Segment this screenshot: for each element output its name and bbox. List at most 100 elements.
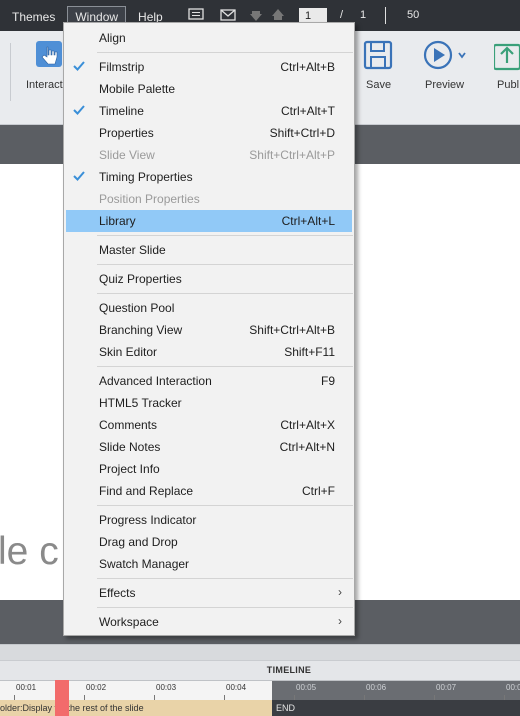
tick-label: 00:05: [296, 683, 317, 692]
menu-item-library[interactable]: Library Ctrl+Alt+L: [66, 210, 352, 232]
timeline-ruler[interactable]: 00:01 00:02 00:03 00:04 00:05 00:06 00:0…: [0, 680, 520, 701]
menu-item-label: Swatch Manager: [99, 557, 190, 571]
tick-label: 00:04: [226, 683, 247, 692]
menu-item-quiz-properties[interactable]: Quiz Properties: [66, 268, 352, 290]
menu-item-branching-view[interactable]: Branching View Shift+Ctrl+Alt+B: [66, 319, 352, 341]
menu-item-advanced-interaction[interactable]: Advanced Interaction F9: [66, 370, 352, 392]
menu-separator: [97, 235, 353, 236]
menu-separator: [97, 293, 353, 294]
tick-label: 00:07: [436, 683, 457, 692]
menu-item-workspace[interactable]: Workspace ›: [66, 611, 352, 633]
save-label[interactable]: Save: [366, 79, 391, 91]
menu-item-label: Find and Replace: [99, 484, 194, 498]
menu-item-shortcut: Ctrl+Alt+T: [280, 104, 335, 118]
tick-label: 00:01: [16, 683, 37, 692]
menu-item-drag-and-drop[interactable]: Drag and Drop: [66, 531, 352, 553]
menu-item-label: Library: [99, 214, 136, 228]
menu-separator: [97, 607, 353, 608]
menu-item-label: Project Info: [99, 462, 160, 476]
menu-item-label: Mobile Palette: [99, 82, 176, 96]
menu-item-shortcut: Ctrl+Alt+N: [279, 440, 335, 454]
page-total: 1: [360, 9, 367, 21]
check-icon: [73, 105, 85, 115]
horizontal-scrollbar[interactable]: [0, 644, 520, 660]
tick-label: 00:02: [86, 683, 107, 692]
publish-icon[interactable]: [494, 39, 520, 71]
menu-item-shortcut: Shift+F11: [284, 345, 335, 359]
menubar-divider: [385, 7, 386, 24]
menu-item-label: Filmstrip: [99, 60, 145, 74]
menu-item-master-slide[interactable]: Master Slide: [66, 239, 352, 261]
menu-item-label: Branching View: [99, 323, 183, 337]
comment-icon[interactable]: [188, 8, 204, 22]
menu-item-shortcut: Ctrl+Alt+B: [280, 60, 335, 74]
menu-item-label: Skin Editor: [99, 345, 158, 359]
menu-item-slide-view: Slide View Shift+Ctrl+Alt+P: [66, 144, 352, 166]
menu-item-align[interactable]: Align: [66, 27, 352, 49]
menu-item-effects[interactable]: Effects ›: [66, 582, 352, 604]
arrow-down-icon[interactable]: [248, 8, 264, 22]
menu-item-label: Progress Indicator: [99, 513, 197, 527]
menu-item-progress-indicator[interactable]: Progress Indicator: [66, 509, 352, 531]
menu-item-shortcut: Ctrl+Alt+X: [280, 418, 335, 432]
end-label: END: [276, 703, 296, 713]
playhead[interactable]: [55, 680, 69, 716]
toolbar-divider: [10, 43, 11, 101]
menu-item-label: Slide View: [99, 148, 155, 162]
menu-item-shortcut: Shift+Ctrl+Alt+P: [249, 148, 335, 162]
menu-item-label: Effects: [99, 586, 136, 600]
menu-separator: [97, 264, 353, 265]
menu-item-label: HTML5 Tracker: [99, 396, 182, 410]
menu-separator: [97, 578, 353, 579]
menu-item-label: Align: [99, 31, 126, 45]
timeline-end-region: END: [272, 700, 520, 716]
preview-label[interactable]: Preview: [425, 79, 464, 91]
interactions-icon[interactable]: [34, 39, 64, 71]
menu-item-skin-editor[interactable]: Skin Editor Shift+F11: [66, 341, 352, 363]
menu-item-label: Drag and Drop: [99, 535, 178, 549]
menu-separator: [97, 52, 353, 53]
timeline-panel-header: TIMELINE: [0, 660, 520, 680]
menu-item-label: Comments: [99, 418, 158, 432]
menu-item-label: Slide Notes: [99, 440, 161, 454]
email-icon[interactable]: [220, 8, 236, 22]
check-icon: [73, 61, 85, 71]
menu-item-label: Master Slide: [99, 243, 166, 257]
menu-item-position-properties: Position Properties: [66, 188, 352, 210]
menu-item-label: Advanced Interaction: [99, 374, 212, 388]
slide-text[interactable]: le c: [0, 530, 59, 574]
track-item-text[interactable]: older:Display for the rest of the slide: [0, 703, 144, 713]
menu-item-shortcut: Ctrl+F: [302, 484, 335, 498]
menu-item-question-pool[interactable]: Question Pool: [66, 297, 352, 319]
menu-item-swatch-manager[interactable]: Swatch Manager: [66, 553, 352, 575]
timeline-track[interactable]: older:Display for the rest of the slide …: [0, 700, 520, 716]
menu-themes[interactable]: Themes: [4, 6, 63, 26]
menu-item-timeline[interactable]: Timeline Ctrl+Alt+T: [66, 100, 352, 122]
menu-item-find-and-replace[interactable]: Find and Replace Ctrl+F: [66, 480, 352, 502]
tick-label: 00:03: [156, 683, 177, 692]
menu-item-slide-notes[interactable]: Slide Notes Ctrl+Alt+N: [66, 436, 352, 458]
arrow-up-icon[interactable]: [270, 8, 286, 22]
menu-item-shortcut: Shift+Ctrl+Alt+B: [249, 323, 335, 337]
preview-icon[interactable]: [422, 39, 470, 71]
menu-item-shortcut: Shift+Ctrl+D: [269, 126, 335, 140]
check-icon: [73, 171, 85, 181]
save-icon[interactable]: [362, 39, 394, 71]
interactions-label[interactable]: Interact: [26, 79, 63, 91]
zoom-value[interactable]: 50: [407, 9, 419, 21]
publish-label[interactable]: Publ: [497, 79, 519, 91]
menu-item-label: Properties: [99, 126, 154, 140]
timeline-title: TIMELINE: [266, 665, 312, 675]
menu-item-properties[interactable]: Properties Shift+Ctrl+D: [66, 122, 352, 144]
menu-item-mobile-palette[interactable]: Mobile Palette: [66, 78, 352, 100]
menu-item-comments[interactable]: Comments Ctrl+Alt+X: [66, 414, 352, 436]
menu-item-filmstrip[interactable]: Filmstrip Ctrl+Alt+B: [66, 56, 352, 78]
menu-separator: [97, 366, 353, 367]
tick-label: 00:06: [366, 683, 387, 692]
menu-item-shortcut: F9: [320, 374, 335, 388]
menu-item-label: Question Pool: [99, 301, 175, 315]
menu-item-project-info[interactable]: Project Info: [66, 458, 352, 480]
chevron-right-icon: ›: [338, 614, 342, 628]
menu-item-timing-properties[interactable]: Timing Properties: [66, 166, 352, 188]
menu-item-html5-tracker[interactable]: HTML5 Tracker: [66, 392, 352, 414]
